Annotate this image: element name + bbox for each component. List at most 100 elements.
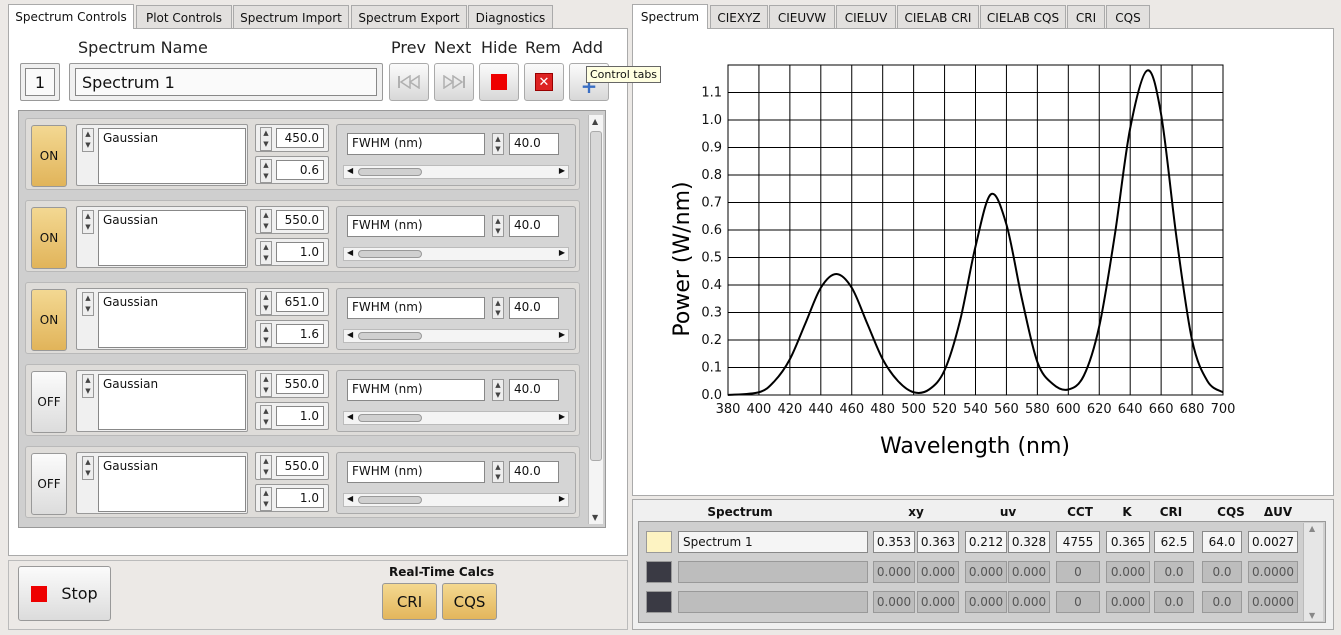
scroll-right-icon[interactable]: ▶	[559, 412, 565, 421]
x-tick-label: 700	[1211, 402, 1236, 417]
scroll-left-icon[interactable]: ◀	[347, 248, 353, 257]
spectrum-index-field[interactable]: 1	[25, 68, 55, 96]
scroll-right-icon[interactable]: ▶	[559, 494, 565, 503]
parameter-name-field[interactable]: FWHM (nm)	[347, 133, 485, 155]
tab-cri[interactable]: CRI	[1067, 5, 1105, 29]
tab-cielab-cqs[interactable]: CIELAB CQS	[980, 5, 1066, 29]
table-scrollbar[interactable]: ▲ ▼	[1303, 523, 1323, 621]
component-toggle-button[interactable]: OFF	[31, 453, 67, 515]
prev-button[interactable]	[389, 63, 429, 101]
parameter-spinner[interactable]: ▲ ▼	[492, 133, 504, 155]
component-type-field[interactable]: Gaussian	[98, 128, 246, 184]
power-spinner[interactable]: ▲ ▼	[260, 159, 272, 183]
center-wavelength-field[interactable]: 550.0	[276, 210, 324, 230]
component-toggle-button[interactable]: OFF	[31, 371, 67, 433]
spectrum-name-field[interactable]: Spectrum 1	[75, 68, 377, 96]
scroll-right-icon[interactable]: ▶	[559, 330, 565, 339]
tab-spectrum-import[interactable]: Spectrum Import	[233, 5, 349, 29]
center-spinner[interactable]: ▲ ▼	[260, 209, 272, 233]
power-spinner[interactable]: ▲ ▼	[260, 405, 272, 429]
component-toggle-button[interactable]: ON	[31, 125, 67, 187]
parameter-name-field[interactable]: FWHM (nm)	[347, 215, 485, 237]
result-spectrum-name[interactable]	[678, 561, 868, 583]
tab-ciexyz[interactable]: CIEXYZ	[710, 5, 768, 29]
type-spinner[interactable]: ▲ ▼	[82, 456, 94, 480]
parameter-name-field[interactable]: FWHM (nm)	[347, 297, 485, 319]
parameter-name-field[interactable]: FWHM (nm)	[347, 379, 485, 401]
component-type-field[interactable]: Gaussian	[98, 210, 246, 266]
parameter-spinner[interactable]: ▲ ▼	[492, 461, 504, 483]
tab-diagnostics[interactable]: Diagnostics	[468, 5, 553, 29]
tab-cqs[interactable]: CQS	[1106, 5, 1150, 29]
scrollbar-thumb[interactable]	[358, 332, 422, 340]
scrollbar-thumb[interactable]	[358, 168, 422, 176]
scroll-left-icon[interactable]: ◀	[347, 166, 353, 175]
cri-toggle[interactable]: CRI	[382, 583, 437, 620]
type-spinner[interactable]: ▲ ▼	[82, 128, 94, 152]
result-spectrum-name[interactable]: Spectrum 1	[678, 531, 868, 553]
tab-cieuvw[interactable]: CIEUVW	[769, 5, 835, 29]
scrollbar-thumb[interactable]	[590, 131, 602, 461]
cqs-toggle[interactable]: CQS	[442, 583, 497, 620]
scrollbar-thumb[interactable]	[358, 414, 422, 422]
parameter-scrollbar[interactable]: ◀ ▶	[343, 165, 569, 179]
peak-power-field[interactable]: 1.0	[276, 488, 324, 508]
type-spinner[interactable]: ▲ ▼	[82, 374, 94, 398]
component-toggle-button[interactable]: ON	[31, 207, 67, 269]
tab-spectrum-controls[interactable]: Spectrum Controls	[8, 4, 134, 29]
parameter-spinner[interactable]: ▲ ▼	[492, 379, 504, 401]
parameter-spinner[interactable]: ▲ ▼	[492, 297, 504, 319]
add-label: Add	[572, 38, 603, 57]
scrollbar-thumb[interactable]	[358, 496, 422, 504]
power-spinner[interactable]: ▲ ▼	[260, 241, 272, 265]
parameter-value-field[interactable]: 40.0	[509, 133, 559, 155]
parameter-scrollbar[interactable]: ◀ ▶	[343, 329, 569, 343]
type-spinner[interactable]: ▲ ▼	[82, 292, 94, 316]
peak-power-field[interactable]: 1.0	[276, 406, 324, 426]
component-type-field[interactable]: Gaussian	[98, 292, 246, 348]
peak-power-field[interactable]: 0.6	[276, 160, 324, 180]
scrollbar-thumb[interactable]	[358, 250, 422, 258]
tab-plot-controls[interactable]: Plot Controls	[136, 5, 232, 29]
center-spinner[interactable]: ▲ ▼	[260, 455, 272, 479]
center-spinner[interactable]: ▲ ▼	[260, 373, 272, 397]
next-button[interactable]	[434, 63, 474, 101]
parameter-name-field[interactable]: FWHM (nm)	[347, 461, 485, 483]
center-wavelength-field[interactable]: 550.0	[276, 456, 324, 476]
stop-button[interactable]: Stop	[18, 566, 111, 621]
power-spinner[interactable]: ▲ ▼	[260, 487, 272, 511]
parameter-scrollbar[interactable]: ◀ ▶	[343, 411, 569, 425]
scroll-left-icon[interactable]: ◀	[347, 412, 353, 421]
scroll-right-icon[interactable]: ▶	[559, 166, 565, 175]
peak-power-field[interactable]: 1.0	[276, 242, 324, 262]
peak-power-field[interactable]: 1.6	[276, 324, 324, 344]
tab-spectrum-export[interactable]: Spectrum Export	[351, 5, 467, 29]
center-wavelength-field[interactable]: 450.0	[276, 128, 324, 148]
tab-spectrum[interactable]: Spectrum	[632, 4, 708, 29]
parameter-scrollbar[interactable]: ◀ ▶	[343, 493, 569, 507]
remove-button[interactable]: ✕	[524, 63, 564, 101]
component-type-field[interactable]: Gaussian	[98, 374, 246, 430]
center-spinner[interactable]: ▲ ▼	[260, 127, 272, 151]
scroll-left-icon[interactable]: ◀	[347, 494, 353, 503]
power-spinner[interactable]: ▲ ▼	[260, 323, 272, 347]
parameter-value-field[interactable]: 40.0	[509, 297, 559, 319]
parameter-value-field[interactable]: 40.0	[509, 215, 559, 237]
parameter-spinner[interactable]: ▲ ▼	[492, 215, 504, 237]
center-wavelength-field[interactable]: 651.0	[276, 292, 324, 312]
type-spinner[interactable]: ▲ ▼	[82, 210, 94, 234]
parameter-value-field[interactable]: 40.0	[509, 461, 559, 483]
scroll-right-icon[interactable]: ▶	[559, 248, 565, 257]
component-type-field[interactable]: Gaussian	[98, 456, 246, 512]
hide-button[interactable]	[479, 63, 519, 101]
parameter-value-field[interactable]: 40.0	[509, 379, 559, 401]
result-spectrum-name[interactable]	[678, 591, 868, 613]
center-spinner[interactable]: ▲ ▼	[260, 291, 272, 315]
list-scrollbar[interactable]: ▲ ▼	[588, 115, 603, 524]
center-wavelength-field[interactable]: 550.0	[276, 374, 324, 394]
tab-cielab-cri[interactable]: CIELAB CRI	[897, 5, 979, 29]
component-toggle-button[interactable]: ON	[31, 289, 67, 351]
tab-cieluv[interactable]: CIELUV	[836, 5, 896, 29]
scroll-left-icon[interactable]: ◀	[347, 330, 353, 339]
parameter-scrollbar[interactable]: ◀ ▶	[343, 247, 569, 261]
